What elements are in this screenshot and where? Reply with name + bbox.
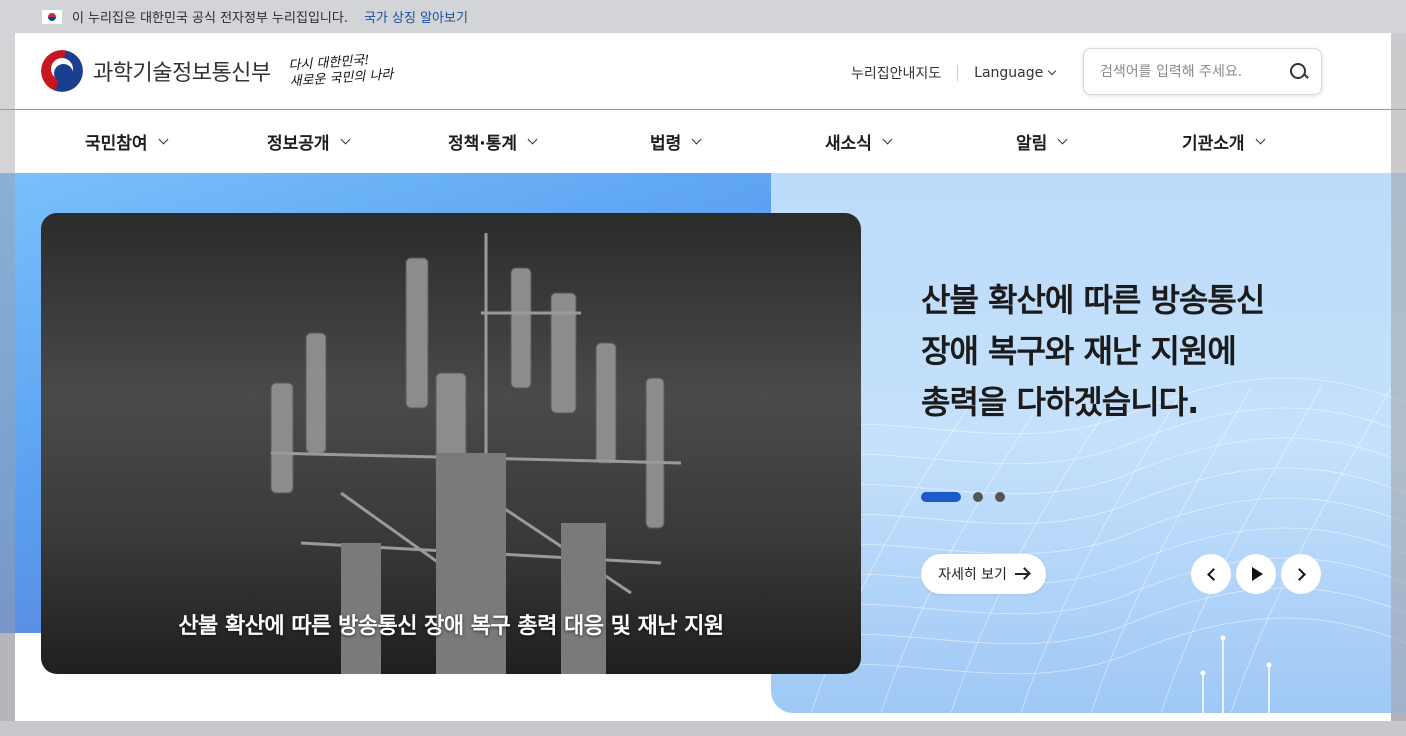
nav-item-law[interactable]: 법령 <box>650 110 702 173</box>
slide-dot[interactable] <box>973 492 983 502</box>
slide-dot-active[interactable] <box>921 492 961 502</box>
search-icon[interactable] <box>1289 62 1309 82</box>
nav-label: 알림 <box>1016 134 1048 154</box>
hero-title-line-3: 총력을 다하겠습니다. <box>921 383 1199 421</box>
frame-edge <box>0 721 1406 736</box>
detail-button[interactable]: 자세히 보기 <box>921 554 1046 594</box>
hero-title: 산불 확산에 따른 방송통신 장애 복구와 재난 지원에 총력을 다하겠습니다. <box>921 275 1321 428</box>
slide-indicator <box>921 492 1017 502</box>
arrow-right-icon <box>1014 573 1029 575</box>
chevron-down-icon <box>882 134 893 145</box>
hero-title-line-2: 장애 복구와 재난 지원에 <box>921 332 1237 370</box>
nav-label: 정책·통계 <box>448 134 518 154</box>
detail-button-label: 자세히 보기 <box>938 567 1007 583</box>
gov-banner: 이 누리집은 대한민국 공식 전자정부 누리집입니다. 국가 상징 알아보기 <box>0 0 1406 33</box>
slide-dot[interactable] <box>995 492 1005 502</box>
nav-label: 법령 <box>650 134 682 154</box>
chevron-down-icon <box>527 134 538 145</box>
ministry-logo[interactable]: 과학기술정보통신부 다시 대한민국! 새로운 국민의 나라 <box>41 50 394 92</box>
nav-item-policy[interactable]: 정책·통계 <box>448 110 538 173</box>
nav-label: 새소식 <box>825 134 872 154</box>
chevron-right-icon <box>1292 567 1306 581</box>
wave-mesh-graphic <box>771 377 1406 713</box>
nav-label: 국민참여 <box>85 134 148 154</box>
chevron-down-icon <box>1255 134 1266 145</box>
nav-label: 정보공개 <box>267 134 330 154</box>
slogan: 다시 대한민국! 새로운 국민의 나라 <box>288 51 394 90</box>
nav-item-notice[interactable]: 알림 <box>1016 110 1068 173</box>
play-icon <box>1252 567 1263 581</box>
hero-right-background <box>771 173 1406 713</box>
language-select[interactable]: Language <box>974 65 1057 81</box>
search-box <box>1083 48 1322 95</box>
chevron-down-icon <box>158 134 169 145</box>
hero-title-line-1: 산불 확산에 따른 방송통신 <box>921 281 1265 319</box>
frame-edge <box>0 0 15 736</box>
site-header: 과학기술정보통신부 다시 대한민국! 새로운 국민의 나라 누리집안내지도 La… <box>0 33 1406 110</box>
search-input[interactable] <box>1100 63 1280 80</box>
divider <box>957 65 959 81</box>
government-emblem-icon <box>41 50 83 92</box>
chevron-down-icon <box>1057 134 1068 145</box>
next-slide-button[interactable] <box>1281 554 1321 594</box>
nav-item-news[interactable]: 새소식 <box>825 110 893 173</box>
sitemap-link[interactable]: 누리집안내지도 <box>851 63 941 83</box>
korea-flag-icon <box>42 9 62 24</box>
utility-links: 누리집안내지도 Language <box>851 63 1057 83</box>
cell-tower-image <box>270 233 682 674</box>
frame-edge <box>1391 0 1406 736</box>
play-button[interactable] <box>1236 554 1276 594</box>
nav-item-about[interactable]: 기관소개 <box>1182 110 1266 173</box>
chevron-left-icon <box>1206 567 1220 581</box>
nav-item-information[interactable]: 정보공개 <box>267 110 351 173</box>
chevron-down-icon <box>691 134 702 145</box>
national-symbol-link[interactable]: 국가 상징 알아보기 <box>364 7 468 26</box>
hero-image-caption: 산불 확산에 따른 방송통신 장애 복구 총력 대응 및 재난 지원 <box>178 614 724 639</box>
chevron-down-icon <box>1048 66 1057 76</box>
prev-slide-button[interactable] <box>1191 554 1231 594</box>
hero-image-card[interactable]: 산불 확산에 따른 방송통신 장애 복구 총력 대응 및 재난 지원 <box>41 213 861 674</box>
chevron-down-icon <box>340 134 351 145</box>
language-label: Language <box>974 65 1044 81</box>
nav-item-participation[interactable]: 국민참여 <box>85 110 169 173</box>
main-nav: 국민참여 정보공개 정책·통계 법령 새소식 알림 기관소개 <box>0 110 1406 173</box>
gov-banner-text: 이 누리집은 대한민국 공식 전자정부 누리집입니다. <box>72 11 348 26</box>
ministry-name: 과학기술정보통신부 <box>93 61 271 86</box>
nav-label: 기관소개 <box>1182 134 1245 154</box>
